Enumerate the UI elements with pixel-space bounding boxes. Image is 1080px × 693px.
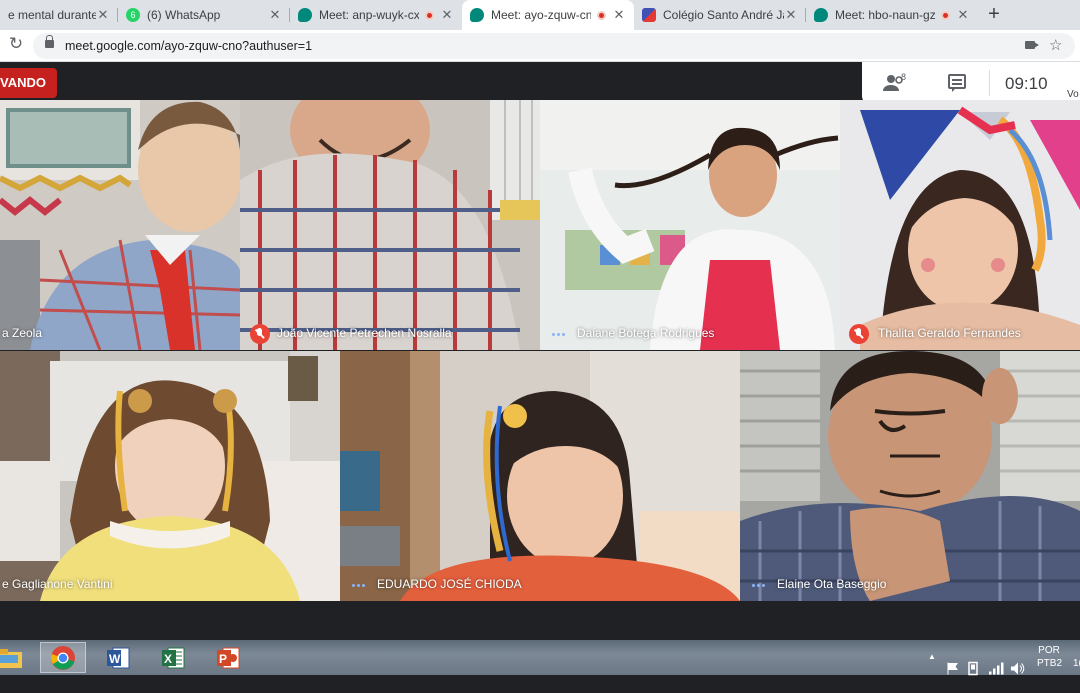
browser-toolbar: ↻ meet.google.com/ayo-zquw-cno?authuser=… xyxy=(0,30,1080,62)
meeting-clock: 09:10 xyxy=(1005,74,1048,93)
video-feed xyxy=(740,351,1080,601)
participant-name: e Gaglianone Vantini xyxy=(2,577,113,591)
chat-icon[interactable] xyxy=(948,74,966,92)
muted-mic-icon xyxy=(849,324,869,344)
participant-tile[interactable]: e Gaglianone Vantini xyxy=(0,351,340,601)
you-label: Vo xyxy=(1067,89,1079,100)
tab-title: (6) WhatsApp xyxy=(147,8,221,22)
close-tab-icon[interactable]: ✕ xyxy=(784,7,798,23)
new-tab-button[interactable]: + xyxy=(983,4,1005,26)
video-feed xyxy=(540,100,840,350)
participant-tile[interactable]: Thalita Geraldo Fernandes xyxy=(840,100,1080,350)
svg-text:P: P xyxy=(219,652,227,666)
school-icon xyxy=(642,8,656,22)
video-feed xyxy=(240,100,540,350)
participant-tile[interactable]: a Zeola xyxy=(0,100,240,350)
keyboard-layout-label: PTB2 xyxy=(1037,658,1063,669)
meet-stage: VANDO 8 09:10 Vo a Zeola João Vicente Pe… xyxy=(0,62,1080,640)
meet-top-panel: 8 09:10 Vo xyxy=(862,62,1080,104)
file-explorer-icon[interactable] xyxy=(0,642,32,673)
tab-meet-ayo[interactable]: Meet: ayo-zquw-cno ✕ xyxy=(462,0,634,30)
tab-colegio[interactable]: Colégio Santo André Jab ✕ xyxy=(634,0,806,30)
participant-tile[interactable]: João Vicente Petrechen Nosralla xyxy=(240,100,540,350)
input-language-indicator[interactable]: POR PTB2 xyxy=(1037,644,1063,679)
close-tab-icon[interactable]: ✕ xyxy=(96,7,110,23)
windows-taskbar: W X P ▲ POR PTB2 1( xyxy=(0,640,1080,676)
browser-tab-strip: e mental durante a p ✕ 6 (6) WhatsApp ✕ … xyxy=(0,0,1080,30)
video-feed xyxy=(840,100,1080,350)
speaking-indicator-icon xyxy=(552,333,565,336)
clock-partial[interactable]: 1( xyxy=(1073,658,1080,693)
participant-name: Elaine Ota Baseggio xyxy=(777,577,887,591)
flag-icon[interactable] xyxy=(946,651,960,686)
volume-icon[interactable] xyxy=(1010,651,1026,686)
url-text[interactable]: meet.google.com/ayo-zquw-cno?authuser=1 xyxy=(65,39,312,53)
recording-indicator-icon xyxy=(425,10,434,20)
meet-icon xyxy=(298,8,312,22)
recording-indicator-icon xyxy=(597,10,606,20)
meet-icon xyxy=(470,8,484,22)
device-icon[interactable] xyxy=(966,651,980,686)
close-tab-icon[interactable]: ✕ xyxy=(956,7,970,23)
video-feed xyxy=(0,351,340,601)
powerpoint-icon[interactable]: P xyxy=(205,642,251,673)
network-icon[interactable] xyxy=(988,651,1004,686)
tab-mental[interactable]: e mental durante a p ✕ xyxy=(0,0,118,30)
recording-indicator-icon xyxy=(941,10,950,20)
tab-title: Meet: anp-wuyk-cxu xyxy=(319,8,419,22)
close-tab-icon[interactable]: ✕ xyxy=(612,7,626,23)
svg-text:W: W xyxy=(109,652,121,666)
speaking-indicator-icon xyxy=(752,584,765,587)
tab-title: e mental durante a p xyxy=(8,8,96,22)
language-label: POR xyxy=(1038,645,1060,656)
excel-icon[interactable]: X xyxy=(150,642,196,673)
close-tab-icon[interactable]: ✕ xyxy=(268,7,282,23)
participant-tile[interactable]: Elaine Ota Baseggio xyxy=(740,351,1080,601)
close-tab-icon[interactable]: ✕ xyxy=(440,7,454,23)
participant-tile[interactable]: EDUARDO JOSÉ CHIODA xyxy=(340,351,740,601)
tab-meet-anp[interactable]: Meet: anp-wuyk-cxu ✕ xyxy=(290,0,462,30)
tab-title: Meet: ayo-zquw-cno xyxy=(491,8,591,22)
participant-name: EDUARDO JOSÉ CHIODA xyxy=(377,577,522,591)
participant-name: Daiane Botega Rodrigues xyxy=(577,326,715,340)
tab-title: Colégio Santo André Jab xyxy=(663,8,784,22)
word-icon[interactable]: W xyxy=(95,642,141,673)
participant-name: a Zeola xyxy=(2,326,43,340)
muted-mic-icon xyxy=(250,324,270,344)
reload-icon[interactable]: ↻ xyxy=(6,34,26,56)
camera-icon[interactable] xyxy=(1025,41,1039,49)
participant-count: 8 xyxy=(901,72,907,82)
lock-icon xyxy=(45,35,54,48)
meet-icon xyxy=(814,8,828,22)
video-feed xyxy=(0,100,240,350)
tab-whatsapp[interactable]: 6 (6) WhatsApp ✕ xyxy=(118,0,290,30)
participant-name: João Vicente Petrechen Nosralla xyxy=(277,326,452,340)
tab-title: Meet: hbo-naun-gz xyxy=(835,8,935,22)
participant-name: Thalita Geraldo Fernandes xyxy=(878,326,1021,340)
show-hidden-icons-icon[interactable]: ▲ xyxy=(928,652,936,687)
video-feed xyxy=(340,351,740,601)
address-bar[interactable]: meet.google.com/ayo-zquw-cno?authuser=1 … xyxy=(33,33,1075,59)
bookmark-star-icon[interactable]: ☆ xyxy=(1049,36,1062,54)
speaking-indicator-icon xyxy=(352,584,365,587)
svg-text:X: X xyxy=(164,652,172,666)
whatsapp-icon: 6 xyxy=(126,8,140,22)
participant-tile[interactable]: Daiane Botega Rodrigues xyxy=(540,100,840,350)
tab-meet-hbo[interactable]: Meet: hbo-naun-gz ✕ xyxy=(806,0,978,30)
recording-badge: VANDO xyxy=(0,68,57,98)
chrome-icon[interactable] xyxy=(40,642,86,673)
